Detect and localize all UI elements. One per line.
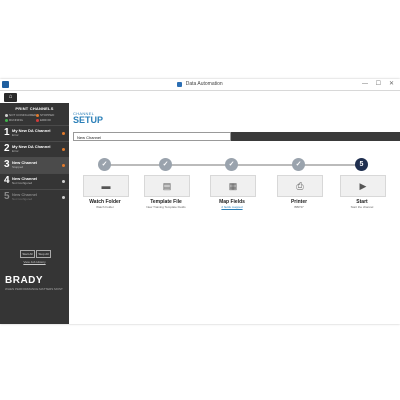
step-subtitle: BBP37 bbox=[294, 205, 304, 209]
document-icon[interactable]: ▤ bbox=[144, 175, 190, 197]
status-dot-icon bbox=[62, 180, 65, 183]
sidebar-header: PRINT CHANNELS bbox=[15, 106, 54, 111]
printer-icon[interactable]: ⎙ bbox=[277, 175, 323, 197]
toolbar: ⌂ bbox=[0, 91, 400, 102]
status-dot-icon bbox=[36, 118, 39, 122]
channel-number: 3 bbox=[4, 159, 10, 170]
print-channels-sidebar: PRINT CHANNELS NOT CONFIGURED STOPPED RU… bbox=[0, 103, 69, 324]
folder-icon[interactable]: ▬ bbox=[83, 175, 129, 197]
status-dot-icon bbox=[62, 196, 65, 199]
channel-status: Not Configured bbox=[12, 181, 33, 185]
legend-item-error: ERROR bbox=[36, 118, 51, 122]
view-job-history-link[interactable]: View Job History bbox=[0, 260, 69, 264]
fields-mapped-link[interactable]: 2 fields mapped bbox=[204, 205, 260, 209]
channel-number: 4 bbox=[4, 175, 10, 186]
status-dot-icon bbox=[5, 118, 8, 122]
window-title-text: Data Automation bbox=[185, 81, 223, 87]
channel-item-3[interactable]: 3 New Channel Stopped bbox=[0, 157, 69, 173]
channel-status: Stopped bbox=[12, 165, 24, 169]
legend-item-stopped: STOPPED bbox=[36, 113, 54, 117]
stop-all-button[interactable]: Stop All bbox=[36, 250, 51, 258]
check-icon: ✓ bbox=[225, 158, 238, 171]
play-icon[interactable]: ▶ bbox=[340, 175, 386, 197]
check-icon: ✓ bbox=[159, 158, 172, 171]
step-subtitle: Watch Folder bbox=[96, 205, 114, 209]
step-subtitle: Start the channel bbox=[350, 205, 374, 209]
legend-item-running: RUNNING bbox=[5, 118, 23, 122]
title-bar: Data Automation — ☐ ✕ bbox=[0, 79, 400, 91]
channel-status: Error bbox=[12, 133, 19, 137]
channel-number: 5 bbox=[4, 191, 10, 202]
app-window: Data Automation — ☐ ✕ ⌂ PRINT CHANNELS N… bbox=[0, 79, 400, 324]
close-button[interactable]: ✕ bbox=[389, 80, 394, 89]
data-automation-icon bbox=[177, 81, 183, 87]
status-dot-icon bbox=[62, 164, 65, 167]
maximize-button[interactable]: ☐ bbox=[376, 80, 381, 89]
home-icon: ⌂ bbox=[8, 94, 13, 100]
channel-number: 2 bbox=[4, 143, 10, 154]
window-title: Data Automation bbox=[0, 81, 400, 87]
minimize-button[interactable]: — bbox=[362, 80, 368, 89]
status-dot-icon bbox=[36, 113, 39, 117]
channel-item-4[interactable]: 4 New Channel Not Configured bbox=[0, 173, 69, 189]
channel-item-1[interactable]: 1 My New DA Channel Error bbox=[0, 125, 69, 141]
brady-logo: BRADY WHEN PERFORMANCE MATTERS MOST bbox=[5, 275, 67, 301]
channel-name-field[interactable]: New Channel bbox=[73, 132, 231, 141]
channel-item-2[interactable]: 2 My New DA Channel Error bbox=[0, 141, 69, 157]
channel-item-5[interactable]: 5 New Channel Not Configured bbox=[0, 189, 69, 205]
channel-number: 1 bbox=[4, 127, 10, 138]
brand-logo-text: BRADY bbox=[5, 275, 44, 286]
grid-icon[interactable]: ▦ bbox=[210, 175, 256, 197]
channel-setup-panel: CHANNEL SETUP New Channel ✓ ▬ Watch Fold… bbox=[69, 103, 400, 324]
step-subtitle: New Training Template Fields bbox=[146, 205, 186, 209]
status-dot-icon bbox=[62, 148, 65, 151]
channel-status: Not Configured bbox=[12, 197, 33, 201]
channel-status: Error bbox=[12, 149, 19, 153]
check-icon: ✓ bbox=[292, 158, 305, 171]
brand-tagline: WHEN PERFORMANCE MATTERS MOST bbox=[5, 287, 63, 291]
step-number-badge: 5 bbox=[355, 158, 368, 171]
home-button[interactable]: ⌂ bbox=[4, 93, 17, 102]
status-dot-icon bbox=[62, 132, 65, 135]
channel-name-bar-extension bbox=[231, 132, 400, 141]
check-icon: ✓ bbox=[98, 158, 111, 171]
page-title: SETUP bbox=[73, 115, 104, 125]
start-all-button[interactable]: Start All bbox=[20, 250, 35, 258]
legend-item-not-configured: NOT CONFIGURED bbox=[5, 113, 36, 117]
status-dot-icon bbox=[5, 113, 8, 117]
